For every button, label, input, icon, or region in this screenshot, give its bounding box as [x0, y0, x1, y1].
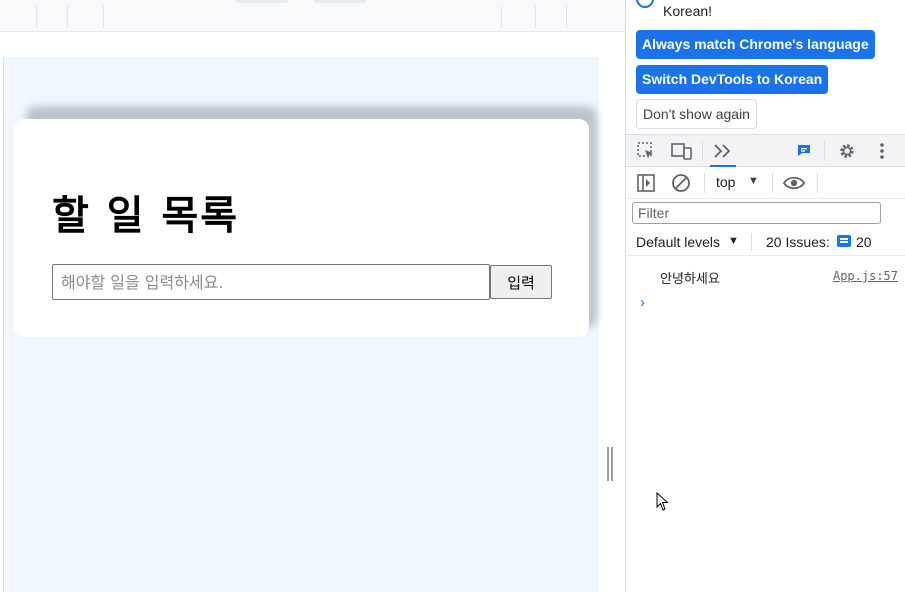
devtools-ruler — [0, 0, 625, 32]
console-log-entry: 안녕하세요 App.js:57 — [626, 264, 905, 288]
inspect-element-icon[interactable] — [636, 141, 656, 161]
ruler-marker — [236, 0, 288, 3]
browser-viewport: 할 일 목록 입력 — [0, 0, 625, 592]
filter-input[interactable] — [632, 202, 881, 224]
toolbar-divider — [817, 173, 818, 193]
ruler-tick — [566, 6, 567, 28]
console-toolbar: top ▼ — [626, 167, 905, 199]
resize-handle[interactable] — [607, 447, 613, 481]
screen: 할 일 목록 입력 Korean! Always match Chrome's … — [0, 0, 905, 592]
log-source-link[interactable]: App.js:57 — [833, 269, 898, 283]
console-prompt-icon[interactable]: › — [640, 294, 645, 311]
device-toolbar-icon[interactable] — [671, 141, 692, 161]
log-levels-dropdown[interactable]: Default levels — [636, 234, 720, 250]
devtools-main-toolbar — [626, 134, 905, 167]
switch-to-korean-button[interactable]: Switch DevTools to Korean — [636, 65, 829, 94]
ruler-tick — [36, 6, 37, 28]
toolbar-divider — [751, 233, 752, 251]
console-levels-row: Default levels ▼ 20 Issues: 20 — [626, 228, 905, 256]
ruler-tick — [535, 6, 536, 28]
toolbar-divider — [704, 173, 705, 193]
sidebar-toggle-icon[interactable] — [636, 173, 656, 193]
gear-icon[interactable] — [837, 141, 857, 161]
mouse-cursor-icon — [656, 491, 670, 517]
issues-count[interactable]: 20 — [856, 234, 872, 250]
ruler-tick — [501, 6, 502, 28]
kebab-menu-icon[interactable] — [872, 141, 892, 161]
eye-icon[interactable] — [782, 173, 806, 193]
log-message: 안녕하세요 — [660, 272, 720, 287]
more-tabs-icon[interactable] — [712, 141, 732, 161]
info-icon — [636, 0, 654, 8]
messages-icon[interactable] — [794, 141, 814, 161]
language-banner-text: Korean! — [663, 3, 713, 19]
always-match-language-button[interactable]: Always match Chrome's language — [636, 30, 875, 59]
issues-icon — [837, 235, 851, 247]
todo-input[interactable] — [52, 264, 490, 300]
todo-card: 할 일 목록 입력 — [14, 119, 589, 337]
caret-down-icon[interactable]: ▼ — [748, 175, 759, 187]
toolbar-divider — [824, 141, 825, 161]
toolbar-divider — [702, 141, 703, 161]
dont-show-again-button[interactable]: Don't show again — [636, 99, 757, 129]
context-selector[interactable]: top — [716, 174, 735, 190]
toolbar-divider — [772, 173, 773, 193]
ruler-tick — [103, 6, 104, 28]
ruler-marker — [314, 0, 366, 3]
devtools-panel: Korean! Always match Chrome's language S… — [625, 0, 905, 592]
page-title: 할 일 목록 — [52, 193, 240, 239]
ruler-tick — [67, 6, 68, 28]
caret-down-icon[interactable]: ▼ — [728, 235, 739, 247]
clear-console-icon[interactable] — [671, 173, 691, 193]
submit-button[interactable]: 입력 — [490, 265, 552, 299]
issues-link[interactable]: 20 Issues: — [766, 234, 830, 250]
